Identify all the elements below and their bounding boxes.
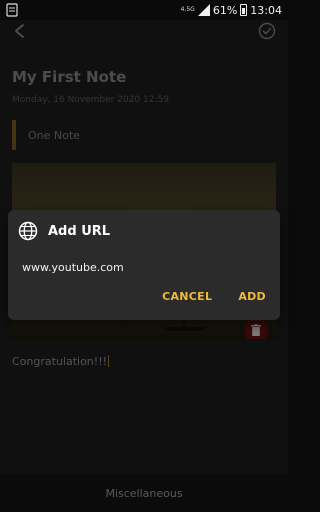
clock: 13:04 xyxy=(250,3,282,17)
battery-icon xyxy=(240,4,248,16)
dialog-header: Add URL xyxy=(18,220,110,242)
notification-icon xyxy=(6,3,18,17)
status-icons: 4.5G 61% 13:04 xyxy=(181,2,282,18)
signal-icon xyxy=(197,4,210,16)
dialog-title: Add URL xyxy=(48,223,111,239)
status-bar: 4.5G 61% 13:04 xyxy=(0,0,288,20)
battery-percent: 61% xyxy=(212,3,238,17)
dialog-actions: CANCEL ADD xyxy=(162,290,266,303)
url-input[interactable] xyxy=(22,256,266,278)
add-url-dialog: Add URL CANCEL ADD xyxy=(8,210,280,320)
cancel-button[interactable]: CANCEL xyxy=(162,290,212,303)
globe-icon xyxy=(18,221,38,241)
network-type: 4.5G xyxy=(180,6,195,13)
add-button[interactable]: ADD xyxy=(238,290,266,303)
